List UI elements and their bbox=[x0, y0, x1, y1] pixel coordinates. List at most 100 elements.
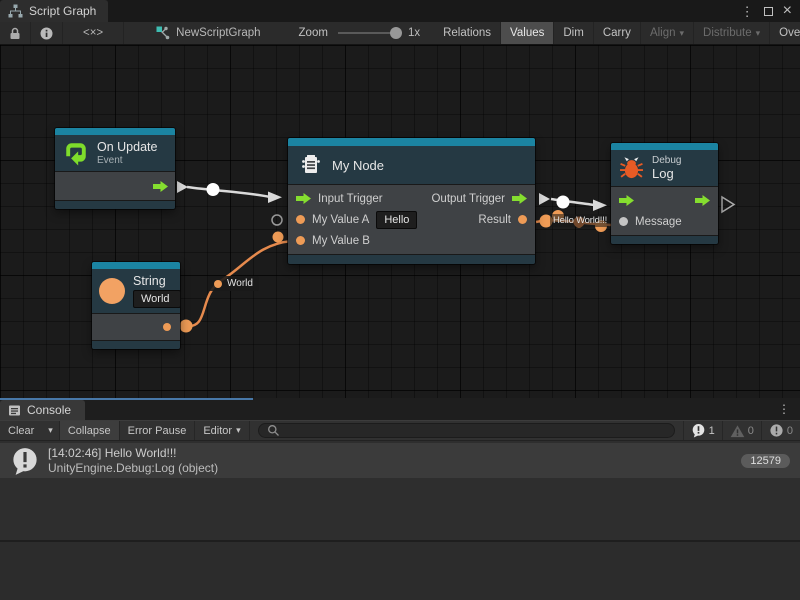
console-search-input[interactable] bbox=[284, 425, 666, 437]
flow-pulse-dot bbox=[207, 183, 220, 196]
warning-count: 0 bbox=[748, 425, 754, 437]
clear-dropdown[interactable]: ▾ bbox=[42, 421, 60, 440]
flow-output-port[interactable] bbox=[153, 181, 168, 192]
port-label: My Value B bbox=[312, 235, 370, 247]
flow-output-port[interactable] bbox=[512, 193, 527, 204]
value-pulse-dot bbox=[214, 280, 222, 288]
console-tab-bar: Console ⋮ bbox=[0, 398, 800, 420]
console-panel: Console ⋮ Clear ▾ Collapse Error Pause E… bbox=[0, 398, 800, 600]
clear-button[interactable]: Clear bbox=[0, 421, 42, 440]
unconnected-port-circle bbox=[272, 215, 282, 225]
focus-accent-line bbox=[0, 398, 253, 400]
node-on-update[interactable]: On Update Event bbox=[55, 128, 175, 209]
dim-button[interactable]: Dim bbox=[554, 22, 593, 44]
node-title: My Node bbox=[332, 158, 384, 173]
debug-bug-icon bbox=[619, 156, 644, 181]
tab-console[interactable]: Console bbox=[0, 400, 85, 420]
warning-triangle-icon bbox=[730, 424, 745, 438]
value-output-port[interactable] bbox=[163, 323, 171, 331]
node-accent-bar bbox=[288, 138, 535, 146]
value-a-field[interactable]: Hello bbox=[376, 211, 417, 229]
flow-pulse-dot bbox=[557, 196, 570, 209]
error-count-toggle[interactable]: 0 bbox=[761, 421, 800, 440]
port-label: Message bbox=[635, 216, 682, 228]
log-entry-line1: [14:02:46] Hello World!!! bbox=[48, 446, 733, 461]
tab-title: Console bbox=[27, 403, 71, 417]
value-output-port[interactable] bbox=[518, 215, 527, 224]
console-menu-icon[interactable]: ⋮ bbox=[768, 398, 800, 420]
wire-end-arrow-icon bbox=[268, 192, 282, 204]
unity-window: Script Graph ⋮ × <×> bbox=[0, 0, 800, 600]
unit-machine-icon bbox=[298, 152, 324, 178]
log-count-toggle[interactable]: 1 bbox=[683, 421, 722, 440]
log-count: 1 bbox=[709, 425, 715, 437]
node-my-node[interactable]: My Node Input Trigger Output Trigger My … bbox=[288, 138, 535, 264]
value-pulse-dot bbox=[273, 232, 284, 243]
graph-canvas[interactable]: On Update Event String World bbox=[0, 45, 800, 398]
node-footer bbox=[288, 254, 535, 264]
port-label: Input Trigger bbox=[318, 193, 383, 205]
carry-button[interactable]: Carry bbox=[594, 22, 641, 44]
graph-window-tab-bar: Script Graph ⋮ × bbox=[0, 0, 800, 22]
console-toolbar: Clear ▾ Collapse Error Pause Editor ▾ bbox=[0, 420, 800, 441]
console-icon bbox=[8, 404, 21, 417]
editor-dropdown[interactable]: Editor ▾ bbox=[195, 421, 249, 440]
distribute-dropdown[interactable]: Distribute▾ bbox=[694, 22, 770, 44]
warning-count-toggle[interactable]: 0 bbox=[722, 421, 761, 440]
lock-icon bbox=[9, 27, 21, 40]
value-input-port[interactable] bbox=[296, 236, 305, 245]
editor-label: Editor bbox=[203, 425, 232, 437]
log-entry-line2: UnityEngine.Debug:Log (object) bbox=[48, 461, 733, 476]
zoom-slider-knob[interactable] bbox=[390, 27, 402, 39]
unconnected-flow-triangle bbox=[722, 197, 734, 212]
on-update-loop-icon bbox=[63, 140, 89, 166]
node-accent-bar bbox=[92, 262, 180, 269]
tab-script-graph[interactable]: Script Graph bbox=[0, 0, 108, 22]
node-header-text: Debug Log bbox=[652, 155, 681, 181]
zoom-value: 1x bbox=[408, 27, 420, 39]
error-pause-toggle[interactable]: Error Pause bbox=[120, 421, 196, 440]
node-string-literal[interactable]: String World bbox=[92, 262, 180, 349]
chevron-down-icon: ▾ bbox=[680, 28, 685, 39]
wire-on-update-to-my-node[interactable] bbox=[187, 187, 270, 197]
window-maximize-icon[interactable] bbox=[764, 7, 773, 16]
chevron-down-icon: ▾ bbox=[756, 28, 761, 39]
node-body: Message bbox=[611, 186, 718, 235]
log-entry-row[interactable]: [14:02:46] Hello World!!! UnityEngine.De… bbox=[0, 443, 800, 478]
node-subtitle: Event bbox=[97, 155, 157, 166]
lock-button[interactable] bbox=[0, 22, 31, 44]
window-menu-icon[interactable]: ⋮ bbox=[741, 5, 754, 18]
node-header: String World bbox=[92, 269, 180, 313]
console-detail-pane bbox=[0, 542, 800, 600]
node-header-text: On Update Event bbox=[97, 140, 157, 166]
error-count: 0 bbox=[787, 425, 793, 437]
wire-value-label-hello-world: Hello World!!! bbox=[550, 214, 610, 227]
window-close-icon[interactable]: × bbox=[783, 3, 792, 19]
overview-button[interactable]: Overview bbox=[770, 22, 800, 44]
edit-code-button[interactable]: <×> bbox=[63, 22, 124, 44]
chevron-down-icon: ▾ bbox=[236, 425, 241, 436]
port-row: Message bbox=[611, 211, 718, 232]
graph-view-options: Relations Values Dim Carry Align▾ Distri… bbox=[434, 22, 800, 44]
string-value-field[interactable]: World bbox=[133, 290, 181, 308]
collapse-toggle[interactable]: Collapse bbox=[60, 421, 120, 440]
values-button[interactable]: Values bbox=[501, 22, 554, 44]
chevron-down-icon: ▾ bbox=[48, 425, 53, 436]
port-label: Output Trigger bbox=[431, 193, 505, 205]
node-category: Debug bbox=[652, 155, 681, 166]
graph-asset-reference[interactable]: NewScriptGraph bbox=[156, 26, 260, 40]
zoom-slider[interactable] bbox=[338, 32, 396, 34]
window-controls: ⋮ × bbox=[741, 0, 800, 22]
flow-input-port[interactable] bbox=[619, 195, 634, 206]
align-dropdown[interactable]: Align▾ bbox=[641, 22, 694, 44]
collapse-count-badge: 12579 bbox=[741, 454, 790, 468]
port-row bbox=[611, 190, 718, 211]
flow-output-port[interactable] bbox=[695, 195, 710, 206]
value-input-port[interactable] bbox=[619, 217, 628, 226]
value-input-port[interactable] bbox=[296, 215, 305, 224]
node-debug-log[interactable]: Debug Log Message bbox=[611, 143, 718, 244]
relations-button[interactable]: Relations bbox=[434, 22, 501, 44]
inspect-button[interactable] bbox=[31, 22, 63, 44]
console-search bbox=[258, 423, 675, 438]
flow-input-port[interactable] bbox=[296, 193, 311, 204]
